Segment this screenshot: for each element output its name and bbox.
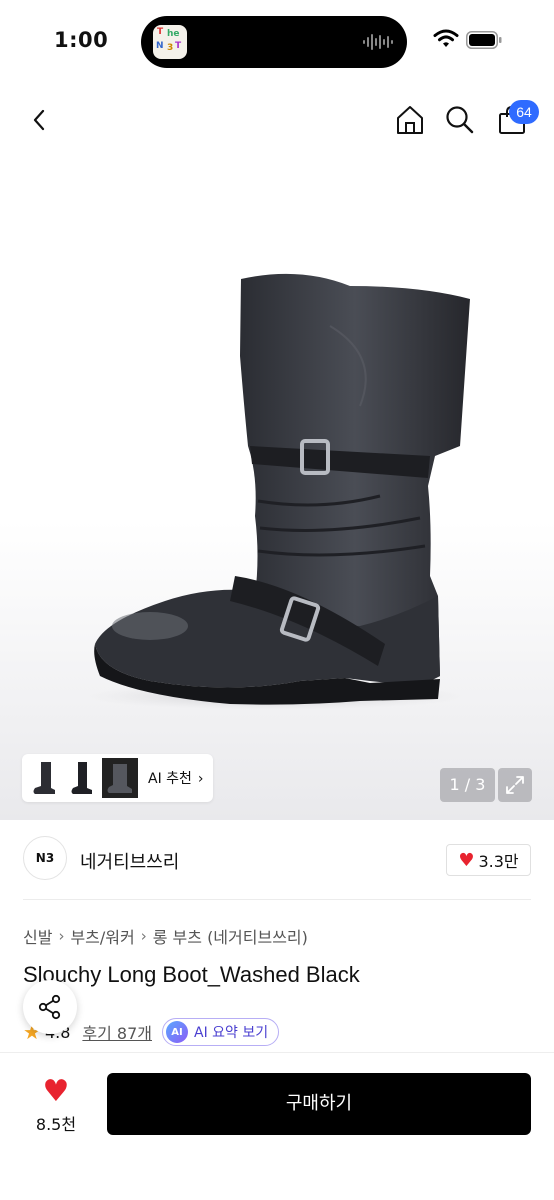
- heart-icon: ♥: [42, 1074, 70, 1109]
- thumbnail-2[interactable]: [64, 758, 100, 798]
- home-icon: [397, 106, 423, 134]
- wishlist-button[interactable]: ♥ 8.5천: [26, 1075, 86, 1135]
- brand-like-button[interactable]: ♥ 3.3만: [446, 844, 531, 876]
- back-button[interactable]: [22, 102, 58, 138]
- breadcrumb-item[interactable]: 신발: [23, 924, 52, 948]
- chevron-left-icon: [33, 109, 45, 131]
- chevron-right-icon: ›: [140, 927, 147, 945]
- cart-count-badge: 64: [509, 100, 539, 124]
- ai-summary-button[interactable]: AI AI 요약 보기: [162, 1018, 280, 1046]
- expand-icon: [506, 776, 524, 794]
- wifi-icon: [433, 29, 459, 47]
- battery-icon: [466, 31, 502, 49]
- ai-badge-icon: AI: [166, 1021, 188, 1043]
- boot-thumbnail: [107, 764, 132, 793]
- boot-thumbnail: [33, 762, 55, 794]
- chevron-right-icon: ›: [58, 927, 65, 945]
- chevron-right-icon: ›: [197, 771, 204, 787]
- share-icon: [38, 994, 61, 1020]
- search-button[interactable]: [442, 102, 478, 138]
- now-playing-app-icon: T he N 3 T: [153, 25, 187, 59]
- brand-row[interactable]: N3 네거티브쓰리 ♥ 3.3만: [0, 820, 554, 900]
- product-image-gallery[interactable]: [0, 156, 554, 820]
- share-button[interactable]: [23, 980, 77, 1034]
- image-pager: 1 / 3: [440, 768, 495, 802]
- dynamic-island: T he N 3 T: [141, 16, 407, 68]
- expand-button[interactable]: [498, 768, 532, 802]
- buy-button[interactable]: 구매하기: [107, 1073, 531, 1135]
- boot-thumbnail: [71, 762, 92, 794]
- product-title: Slouchy Long Boot_Washed Black: [23, 962, 360, 987]
- ai-recommend-strip[interactable]: AI 추천 ›: [22, 754, 213, 802]
- ai-recommend-label: AI 추천: [148, 771, 192, 787]
- wishlist-count: 8.5천: [35, 1115, 77, 1134]
- status-time: 1:00: [54, 28, 109, 52]
- home-button[interactable]: [392, 102, 428, 138]
- brand-like-count: 3.3만: [478, 852, 519, 871]
- brand-name[interactable]: 네거티브쓰리: [80, 848, 179, 874]
- ai-recommend-link[interactable]: AI 추천 ›: [148, 768, 204, 788]
- breadcrumb: 신발 › 부츠/워커 › 롱 부츠 (네거티브쓰리): [23, 924, 308, 948]
- bottom-action-bar: ♥ 8.5천 구매하기: [0, 1052, 554, 1200]
- breadcrumb-item[interactable]: 롱 부츠 (네거티브쓰리): [153, 924, 308, 948]
- heart-icon: ♥: [458, 849, 475, 871]
- ai-summary-label: AI 요약 보기: [194, 1025, 269, 1041]
- breadcrumb-item[interactable]: 부츠/워커: [70, 924, 134, 948]
- brand-logo: N3: [23, 836, 67, 880]
- thumbnail-1[interactable]: [26, 758, 62, 798]
- divider: [23, 899, 531, 900]
- status-bar: 1:00 T he N 3 T: [0, 0, 554, 84]
- reviews-link[interactable]: 후기 87개: [82, 1020, 152, 1044]
- search-icon: [446, 106, 474, 134]
- top-nav: [0, 84, 554, 156]
- thumbnail-3[interactable]: [102, 758, 138, 798]
- boot-image: [85, 273, 470, 710]
- audio-waveform-icon: [363, 34, 393, 50]
